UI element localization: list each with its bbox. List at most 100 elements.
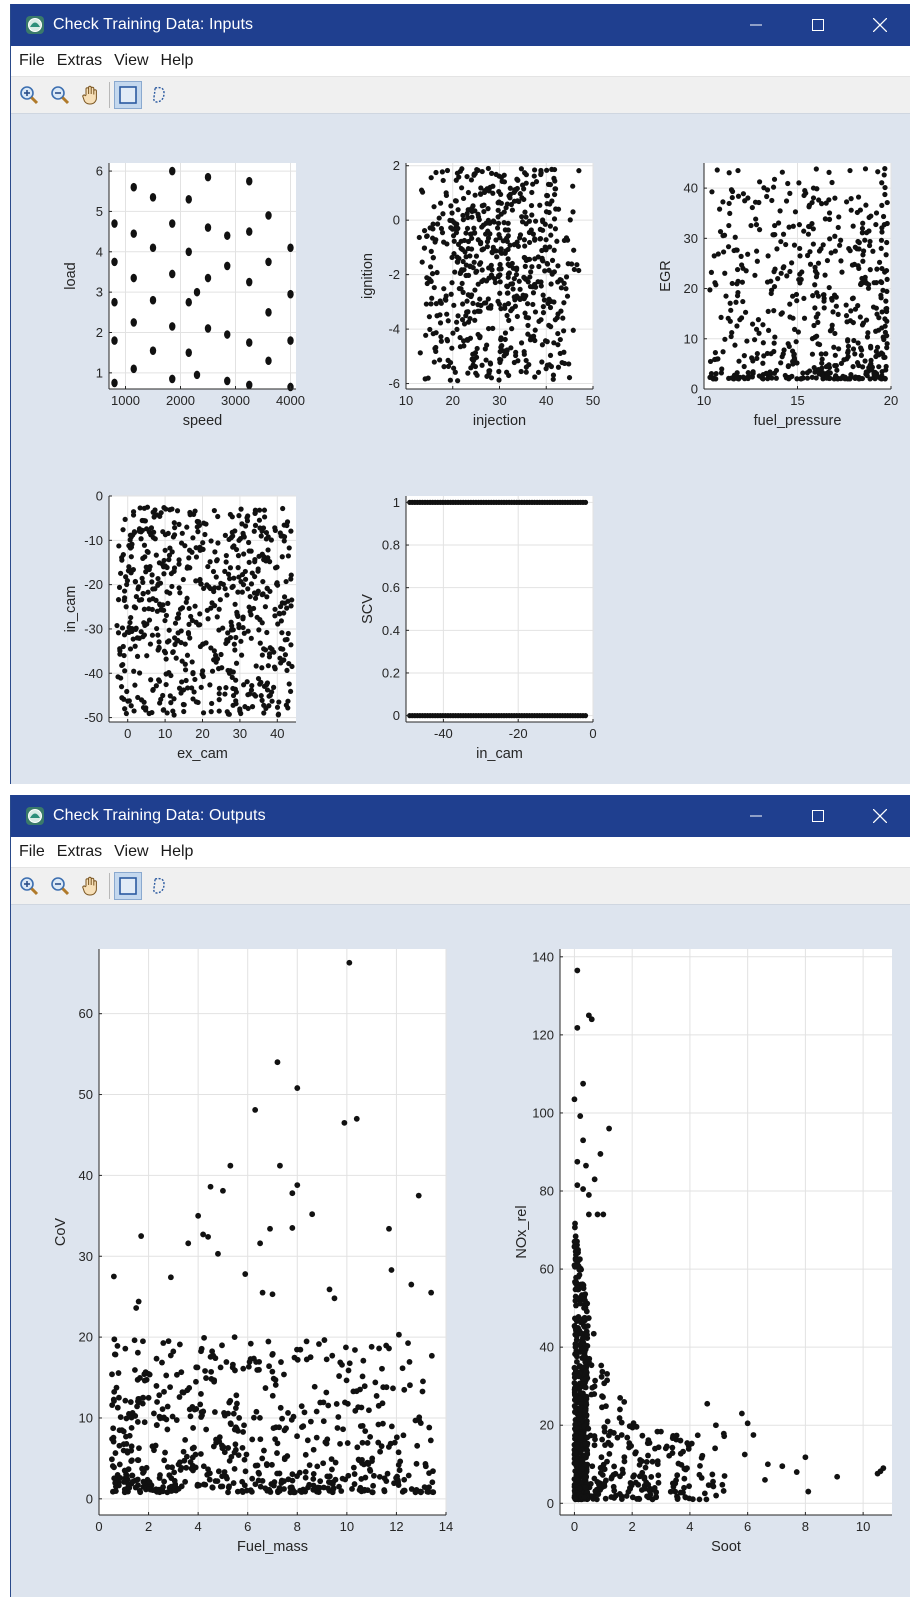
data-point <box>257 1436 264 1443</box>
data-point <box>247 593 253 600</box>
data-point <box>580 1137 586 1144</box>
data-point <box>123 1440 130 1447</box>
data-point <box>332 1459 339 1466</box>
scatter-axes-nox_rel-vs-soot[interactable]: 0 2 4 6 8 10020406080100120140SootNOx_rel <box>514 949 892 1555</box>
scatter-axes-in_cam-vs-ex_cam[interactable]: 0 10 20 30 40-50-40-30-20-100ex_camin_cam <box>63 489 296 763</box>
data-point <box>325 1485 331 1492</box>
lasso-select-icon[interactable] <box>145 872 173 900</box>
data-point <box>777 208 783 214</box>
x-tick-label: -20 <box>509 726 528 741</box>
menu-help[interactable]: Help <box>157 52 198 70</box>
menu-extras[interactable]: Extras <box>53 52 106 70</box>
data-point <box>881 172 887 178</box>
data-point <box>721 1473 728 1479</box>
data-point <box>150 586 156 592</box>
menu-view[interactable]: View <box>110 52 152 70</box>
data-point <box>138 1233 145 1239</box>
data-point <box>638 1487 645 1493</box>
data-point <box>329 1352 336 1359</box>
data-point <box>574 262 580 268</box>
data-point <box>728 307 734 313</box>
y-axis-label: in_cam <box>63 586 79 633</box>
data-point <box>528 269 534 275</box>
data-point <box>537 202 543 208</box>
rectangle-select-icon[interactable] <box>114 81 142 109</box>
data-point <box>160 692 166 699</box>
data-point <box>883 267 890 274</box>
close-icon[interactable] <box>849 795 910 837</box>
data-point <box>712 350 718 356</box>
x-tick-label: 0 <box>124 726 131 741</box>
data-point <box>405 1472 412 1479</box>
data-point <box>850 363 856 370</box>
data-point <box>153 512 160 518</box>
inputs-figure: 1000 2000 3000 4000123456speedload10 20 30 40 5… <box>63 158 898 763</box>
data-point <box>234 611 240 618</box>
menu-file[interactable]: File <box>15 843 49 861</box>
scatter-axes-ignition-vs-injection[interactable]: 10 20 30 40 50-6-4-202injectionignition <box>360 158 600 429</box>
minimize-icon[interactable] <box>725 4 787 46</box>
zoom-out-icon[interactable] <box>46 81 74 109</box>
zoom-out-icon[interactable] <box>46 872 74 900</box>
data-point <box>164 1426 171 1433</box>
title-bar[interactable]: Check Training Data: Inputs <box>11 4 910 46</box>
data-point <box>153 552 159 558</box>
data-point <box>177 590 183 596</box>
title-bar[interactable]: Check Training Data: Outputs <box>11 795 910 837</box>
data-point <box>515 243 521 249</box>
menu-file[interactable]: File <box>15 52 49 70</box>
data-point <box>536 318 542 324</box>
data-point <box>838 237 844 243</box>
data-point <box>479 362 485 368</box>
rectangle-select-icon[interactable] <box>114 872 142 900</box>
data-point <box>243 1451 250 1458</box>
menu-extras[interactable]: Extras <box>53 843 106 861</box>
data-point <box>879 369 885 375</box>
scatter-axes-scv-vs-in_cam[interactable]: -40 -20 000.20.40.60.81in_camSCV <box>360 495 597 762</box>
data-point <box>858 281 864 288</box>
data-point <box>524 301 531 307</box>
scatter-axes-cov-vs-fuel_mass[interactable]: 0 2 4 6 8 10 12 140102030405060Fuel_massCoV <box>53 949 453 1555</box>
data-point <box>478 191 484 197</box>
data-point <box>832 330 838 337</box>
data-point <box>574 1358 580 1365</box>
maximize-icon[interactable] <box>787 795 849 837</box>
data-point <box>505 227 511 233</box>
data-point <box>589 1384 596 1391</box>
maximize-icon[interactable] <box>787 4 849 46</box>
data-point <box>170 708 176 714</box>
data-point <box>504 348 510 354</box>
pan-hand-icon[interactable] <box>77 81 105 109</box>
data-point <box>128 614 134 621</box>
zoom-in-icon[interactable] <box>15 81 43 109</box>
data-point <box>734 323 740 329</box>
menu-view[interactable]: View <box>110 843 152 861</box>
data-point <box>704 1400 711 1407</box>
zoom-in-icon[interactable] <box>15 872 43 900</box>
scatter-axes-egr-vs-fuel_pressure[interactable]: 10 15 20010203040fuel_pressureEGR <box>658 163 898 429</box>
pan-hand-icon[interactable] <box>77 872 105 900</box>
lasso-select-icon[interactable] <box>145 81 173 109</box>
data-point <box>119 625 126 631</box>
close-icon[interactable] <box>849 4 910 46</box>
data-point <box>501 179 508 185</box>
data-point <box>263 705 269 712</box>
data-point <box>752 199 759 205</box>
data-point <box>281 610 287 616</box>
minimize-icon[interactable] <box>725 795 787 837</box>
data-point <box>317 1478 324 1485</box>
data-point <box>879 202 885 209</box>
data-point <box>236 622 242 628</box>
data-point <box>543 366 549 372</box>
scatter-axes-load-vs-speed[interactable]: 1000 2000 3000 4000123456speedload <box>63 163 305 429</box>
data-point <box>269 1368 276 1375</box>
data-point <box>421 228 428 234</box>
data-point <box>836 346 842 352</box>
data-point <box>436 215 442 221</box>
data-point <box>793 291 800 298</box>
data-point <box>871 371 877 377</box>
data-point <box>498 306 504 312</box>
menu-help[interactable]: Help <box>157 843 198 861</box>
data-point <box>699 1452 706 1459</box>
data-point <box>214 1478 221 1485</box>
